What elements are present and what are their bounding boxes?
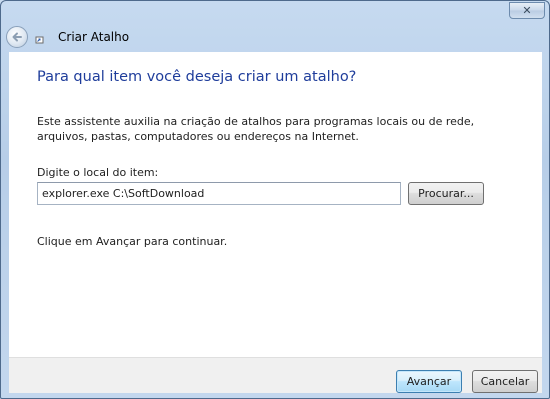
location-input[interactable] [37, 182, 401, 205]
wizard-footer: Avançar Cancelar [9, 357, 542, 393]
description-text: Este assistente auxilia na criação de at… [37, 115, 475, 143]
wizard-content: Para qual item você deseja criar um atal… [9, 52, 542, 357]
wizard-header: Criar Atalho [1, 23, 549, 51]
page-title: Para qual item você deseja criar um atal… [37, 69, 357, 85]
next-button[interactable]: Avançar [396, 370, 462, 393]
browse-button[interactable]: Procurar... [408, 182, 484, 205]
shortcut-wizard-icon [35, 36, 44, 44]
back-button[interactable] [6, 26, 28, 48]
close-icon: ✕ [522, 4, 532, 17]
dialog-window: ✕ Criar Atalho Para qual item você desej… [0, 0, 550, 399]
close-button[interactable]: ✕ [509, 2, 545, 19]
location-label: Digite o local do item: [37, 166, 159, 179]
back-arrow-icon [12, 32, 22, 42]
cancel-button[interactable]: Cancelar [472, 370, 538, 393]
wizard-title: Criar Atalho [58, 30, 130, 44]
continue-hint: Clique em Avançar para continuar. [37, 235, 228, 248]
